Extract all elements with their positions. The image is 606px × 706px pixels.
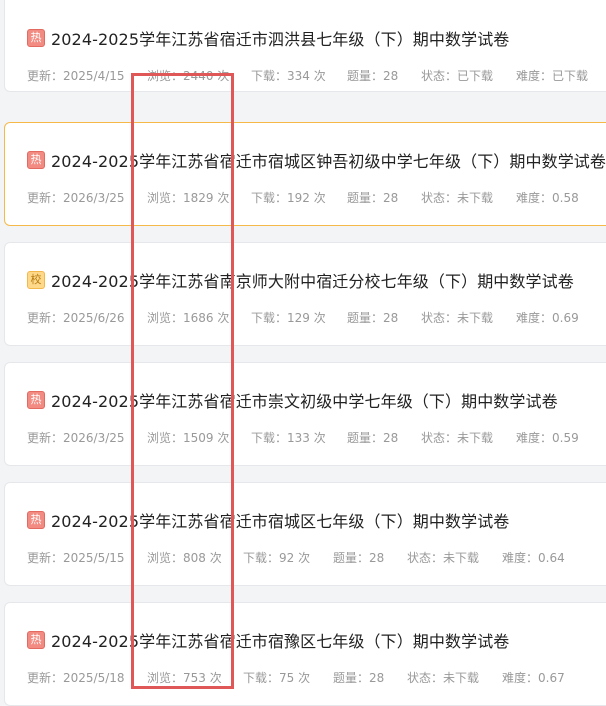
difficulty: 难度：0.64 (502, 551, 565, 565)
question-count: 题量：28 (347, 431, 399, 445)
difficulty: 难度：0.69 (516, 311, 579, 325)
view-count: 浏览：753 次 (147, 671, 222, 685)
difficulty: 难度：0.58 (516, 191, 579, 205)
download-count: 下载：129 次 (251, 311, 326, 325)
paper-title-row: 热 2024-2025学年江苏省宿迁市宿城区七年级（下）期中数学试卷 (27, 507, 509, 533)
paper-title[interactable]: 2024-2025学年江苏省宿迁市宿城区钟吾初级中学七年级（下）期中数学试卷 (51, 148, 606, 172)
updated-date: 更新：2026/3/25 (27, 431, 125, 445)
view-count: 浏览：1686 次 (147, 311, 230, 325)
download-count: 下载：133 次 (251, 431, 326, 445)
paper-card[interactable]: 热 2024-2025学年江苏省宿迁市宿城区钟吾初级中学七年级（下）期中数学试卷… (4, 122, 606, 226)
paper-title-row: 热 2024-2025学年江苏省宿迁市崇文初级中学七年级（下）期中数学试卷 (27, 387, 558, 413)
paper-card[interactable]: 热 2024-2025学年江苏省宿迁市宿豫区七年级（下）期中数学试卷 更新：20… (4, 602, 606, 706)
view-count: 浏览：2440 次 (147, 69, 230, 83)
paper-title[interactable]: 2024-2025学年江苏省宿迁市宿城区七年级（下）期中数学试卷 (51, 508, 509, 532)
question-count: 题量：28 (333, 671, 385, 685)
download-status: 状态：未下载 (421, 191, 494, 205)
difficulty: 难度：已下载 (516, 69, 589, 83)
download-count: 下载：334 次 (251, 69, 326, 83)
paper-title[interactable]: 2024-2025学年江苏省宿迁市宿豫区七年级（下）期中数学试卷 (51, 628, 509, 652)
paper-title[interactable]: 2024-2025学年江苏省南京师大附中宿迁分校七年级（下）期中数学试卷 (51, 268, 574, 292)
updated-date: 更新：2025/5/15 (27, 551, 125, 565)
hot-tag-icon: 热 (27, 631, 45, 649)
updated-date: 更新：2025/5/18 (27, 671, 125, 685)
paper-title-row: 热 2024-2025学年江苏省宿迁市泗洪县七年级（下）期中数学试卷 (27, 25, 509, 51)
download-status: 状态：未下载 (407, 671, 480, 685)
hot-tag-icon: 热 (27, 29, 45, 47)
difficulty: 难度：0.67 (502, 671, 565, 685)
paper-title[interactable]: 2024-2025学年江苏省宿迁市泗洪县七年级（下）期中数学试卷 (51, 26, 509, 50)
paper-card[interactable]: 热 2024-2025学年江苏省宿迁市泗洪县七年级（下）期中数学试卷 更新：20… (4, 0, 606, 92)
paper-title[interactable]: 2024-2025学年江苏省宿迁市崇文初级中学七年级（下）期中数学试卷 (51, 388, 558, 412)
paper-title-row: 热 2024-2025学年江苏省宿迁市宿城区钟吾初级中学七年级（下）期中数学试卷 (27, 147, 606, 173)
updated-date: 更新：2025/4/15 (27, 69, 125, 83)
download-count: 下载：192 次 (251, 191, 326, 205)
updated-date: 更新：2026/3/25 (27, 191, 125, 205)
download-count: 下载：75 次 (243, 671, 311, 685)
download-status: 状态：未下载 (421, 311, 494, 325)
difficulty: 难度：0.59 (516, 431, 579, 445)
paper-card[interactable]: 热 2024-2025学年江苏省宿迁市宿城区七年级（下）期中数学试卷 更新：20… (4, 482, 606, 586)
download-status: 状态：未下载 (421, 431, 494, 445)
hot-tag-icon: 热 (27, 151, 45, 169)
paper-title-row: 热 2024-2025学年江苏省宿迁市宿豫区七年级（下）期中数学试卷 (27, 627, 509, 653)
paper-card[interactable]: 热 2024-2025学年江苏省宿迁市崇文初级中学七年级（下）期中数学试卷 更新… (4, 362, 606, 466)
paper-title-row: 校 2024-2025学年江苏省南京师大附中宿迁分校七年级（下）期中数学试卷 (27, 267, 574, 293)
download-count: 下载：92 次 (243, 551, 311, 565)
download-status: 状态：未下载 (407, 551, 480, 565)
paper-card[interactable]: 校 2024-2025学年江苏省南京师大附中宿迁分校七年级（下）期中数学试卷 更… (4, 242, 606, 346)
view-count: 浏览：1829 次 (147, 191, 230, 205)
download-status: 状态：已下载 (421, 69, 494, 83)
view-count: 浏览：1509 次 (147, 431, 230, 445)
question-count: 题量：28 (347, 311, 399, 325)
question-count: 题量：28 (333, 551, 385, 565)
question-count: 题量：28 (347, 191, 399, 205)
hot-tag-icon: 热 (27, 511, 45, 529)
updated-date: 更新：2025/6/26 (27, 311, 125, 325)
hot-tag-icon: 热 (27, 391, 45, 409)
school-tag-icon: 校 (27, 271, 45, 289)
question-count: 题量：28 (347, 69, 399, 83)
view-count: 浏览：808 次 (147, 551, 222, 565)
